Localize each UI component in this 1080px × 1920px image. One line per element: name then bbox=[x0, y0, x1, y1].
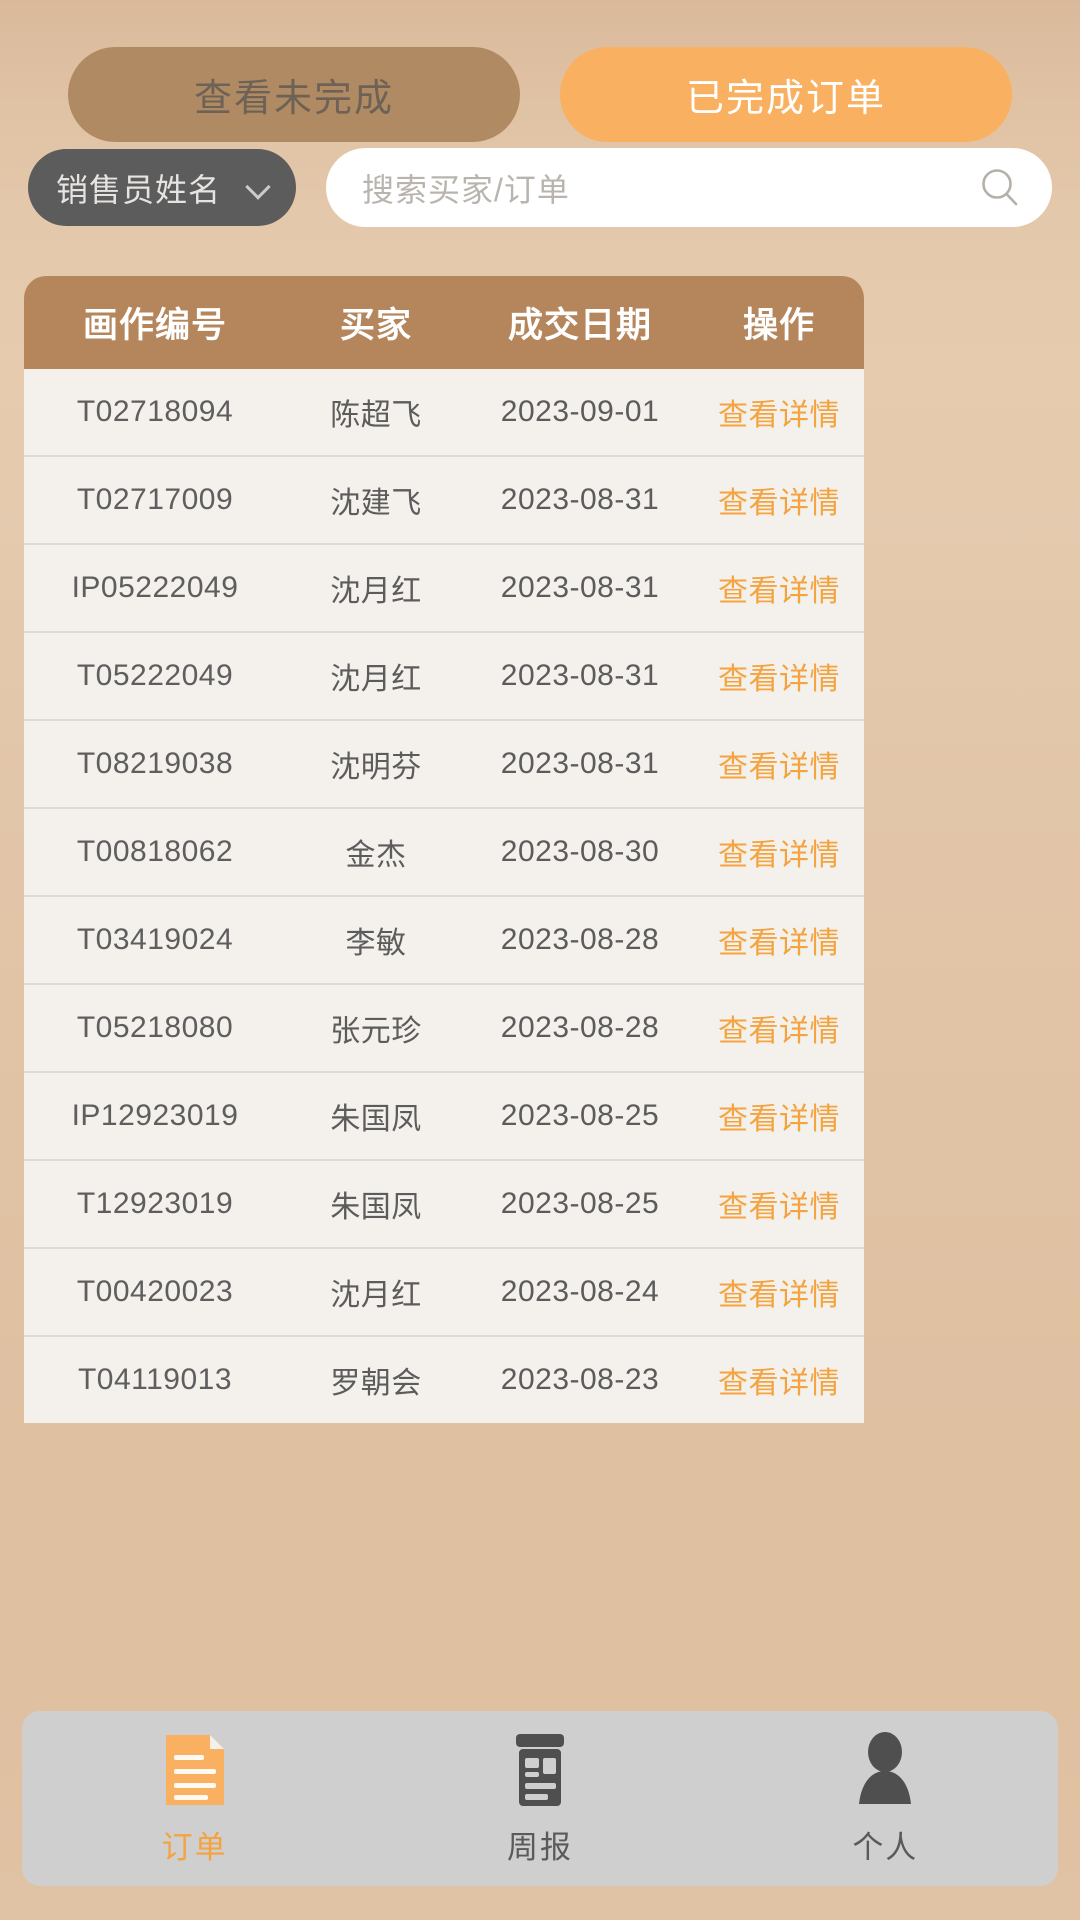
cell-buyer: 李敏 bbox=[345, 927, 407, 960]
orders-table-header: 画作编号 买家 成交日期 操作 bbox=[24, 276, 864, 369]
cell-buyer: 罗朝会 bbox=[330, 1367, 422, 1400]
table-row: IP12923019 朱国凤 2023-08-25 查看详情 bbox=[24, 1073, 864, 1161]
cell-painting-code: T05218080 bbox=[76, 1011, 234, 1044]
cell-deal-date: 2023-08-25 bbox=[500, 1099, 660, 1132]
view-details-link[interactable]: 查看详情 bbox=[694, 1006, 864, 1050]
cell-deal-date: 2023-08-31 bbox=[500, 571, 660, 604]
cell-deal-date: 2023-08-23 bbox=[500, 1363, 660, 1396]
cell-painting-code: T12923019 bbox=[76, 1187, 234, 1220]
view-details-link[interactable]: 查看详情 bbox=[694, 1094, 864, 1138]
view-details-link[interactable]: 查看详情 bbox=[694, 918, 864, 962]
cell-deal-date: 2023-08-31 bbox=[500, 659, 660, 692]
view-details-link[interactable]: 查看详情 bbox=[694, 1358, 864, 1402]
cell-buyer: 沈建飞 bbox=[330, 487, 422, 520]
cell-painting-code: T00420023 bbox=[76, 1275, 234, 1308]
view-details-link[interactable]: 查看详情 bbox=[694, 830, 864, 874]
table-row: T04119013 罗朝会 2023-08-23 查看详情 bbox=[24, 1337, 864, 1423]
view-details-link[interactable]: 查看详情 bbox=[694, 1270, 864, 1314]
table-row: T12923019 朱国凤 2023-08-25 查看详情 bbox=[24, 1161, 864, 1249]
cell-painting-code: T04119013 bbox=[77, 1363, 233, 1396]
orders-table-body: T02718094 陈超飞 2023-09-01 查看详情 T02717009 沈建飞 20… bbox=[24, 369, 864, 1423]
filter-row: 销售员姓名 搜索买家/订单 bbox=[0, 148, 1080, 227]
table-row: T05222049 沈月红 2023-08-31 查看详情 bbox=[24, 633, 864, 721]
cell-painting-code: T03419024 bbox=[76, 923, 234, 956]
order-list-screen: 查看未完成 已完成订单 销售员姓名 搜索买家/订单 画作编号 买家 成交日期 操… bbox=[0, 0, 1080, 1920]
column-header-date: 成交日期 bbox=[507, 306, 652, 345]
table-row: T02718094 陈超飞 2023-09-01 查看详情 bbox=[24, 369, 864, 457]
nav-item-profile-label: 个人 bbox=[852, 1829, 919, 1865]
search-input-placeholder: 搜索买家/订单 bbox=[362, 171, 570, 208]
nav-item-weekly-report[interactable]: 周报 bbox=[367, 1731, 712, 1867]
nav-item-profile[interactable]: 个人 bbox=[713, 1731, 1058, 1867]
tab-completed-orders-label: 已完成订单 bbox=[685, 78, 886, 120]
cell-deal-date: 2023-08-28 bbox=[500, 1011, 660, 1044]
cell-painting-code: T02718094 bbox=[76, 395, 234, 428]
view-details-link[interactable]: 查看详情 bbox=[694, 1182, 864, 1226]
report-icon bbox=[505, 1731, 575, 1809]
cell-deal-date: 2023-08-28 bbox=[500, 923, 660, 956]
nav-item-orders-label: 订单 bbox=[161, 1829, 228, 1865]
column-header-action: 操作 bbox=[742, 306, 815, 345]
order-status-tabs: 查看未完成 已完成订单 bbox=[0, 47, 1080, 142]
table-row: T03419024 李敏 2023-08-28 查看详情 bbox=[24, 897, 864, 985]
cell-buyer: 陈超飞 bbox=[330, 399, 422, 432]
table-row: T05218080 张元珍 2023-08-28 查看详情 bbox=[24, 985, 864, 1073]
seller-name-dropdown[interactable]: 销售员姓名 bbox=[28, 149, 296, 226]
cell-buyer: 沈月红 bbox=[330, 663, 422, 696]
cell-buyer: 朱国凤 bbox=[330, 1191, 422, 1224]
view-details-link[interactable]: 查看详情 bbox=[694, 390, 864, 434]
tab-unfinished-orders[interactable]: 查看未完成 bbox=[68, 47, 520, 142]
cell-buyer: 沈明芬 bbox=[330, 751, 422, 784]
cell-buyer: 朱国凤 bbox=[330, 1103, 422, 1136]
cell-deal-date: 2023-08-30 bbox=[500, 835, 660, 868]
cell-painting-code: T05222049 bbox=[76, 659, 234, 692]
cell-painting-code: IP12923019 bbox=[71, 1099, 239, 1132]
bottom-navigation: 订单 周报 个人 bbox=[22, 1711, 1058, 1886]
cell-painting-code: T08219038 bbox=[76, 747, 234, 780]
cell-buyer: 沈月红 bbox=[330, 575, 422, 608]
cell-deal-date: 2023-08-31 bbox=[500, 483, 660, 516]
cell-painting-code: T00818062 bbox=[76, 835, 234, 868]
document-icon bbox=[160, 1731, 230, 1809]
cell-painting-code: IP05222049 bbox=[71, 571, 239, 604]
view-details-link[interactable]: 查看详情 bbox=[694, 566, 864, 610]
column-header-buyer: 买家 bbox=[339, 306, 412, 345]
search-input[interactable]: 搜索买家/订单 bbox=[326, 148, 1052, 227]
tab-completed-orders[interactable]: 已完成订单 bbox=[560, 47, 1012, 142]
cell-deal-date: 2023-08-25 bbox=[500, 1187, 660, 1220]
column-header-code: 画作编号 bbox=[82, 306, 227, 345]
table-row: T02717009 沈建飞 2023-08-31 查看详情 bbox=[24, 457, 864, 545]
cell-deal-date: 2023-09-01 bbox=[500, 395, 660, 428]
cell-buyer: 金杰 bbox=[345, 839, 407, 872]
nav-item-orders[interactable]: 订单 bbox=[22, 1731, 367, 1867]
cell-painting-code: T02717009 bbox=[76, 483, 234, 516]
cell-buyer: 张元珍 bbox=[330, 1015, 422, 1048]
view-details-link[interactable]: 查看详情 bbox=[694, 478, 864, 522]
tab-unfinished-orders-label: 查看未完成 bbox=[193, 78, 394, 120]
seller-name-dropdown-label: 销售员姓名 bbox=[56, 171, 222, 208]
cell-buyer: 沈月红 bbox=[330, 1279, 422, 1312]
search-icon[interactable] bbox=[978, 166, 1022, 210]
chevron-down-icon bbox=[246, 175, 272, 201]
cell-deal-date: 2023-08-31 bbox=[500, 747, 660, 780]
table-row: IP05222049 沈月红 2023-08-31 查看详情 bbox=[24, 545, 864, 633]
table-row: T00818062 金杰 2023-08-30 查看详情 bbox=[24, 809, 864, 897]
table-row: T00420023 沈月红 2023-08-24 查看详情 bbox=[24, 1249, 864, 1337]
orders-table: 画作编号 买家 成交日期 操作 T02718094 陈超飞 2023-09-01 查看… bbox=[24, 276, 864, 1423]
person-icon bbox=[850, 1731, 920, 1809]
nav-item-weekly-report-label: 周报 bbox=[506, 1829, 573, 1865]
view-details-link[interactable]: 查看详情 bbox=[694, 654, 864, 698]
view-details-link[interactable]: 查看详情 bbox=[694, 742, 864, 786]
cell-deal-date: 2023-08-24 bbox=[500, 1275, 660, 1308]
table-row: T08219038 沈明芬 2023-08-31 查看详情 bbox=[24, 721, 864, 809]
